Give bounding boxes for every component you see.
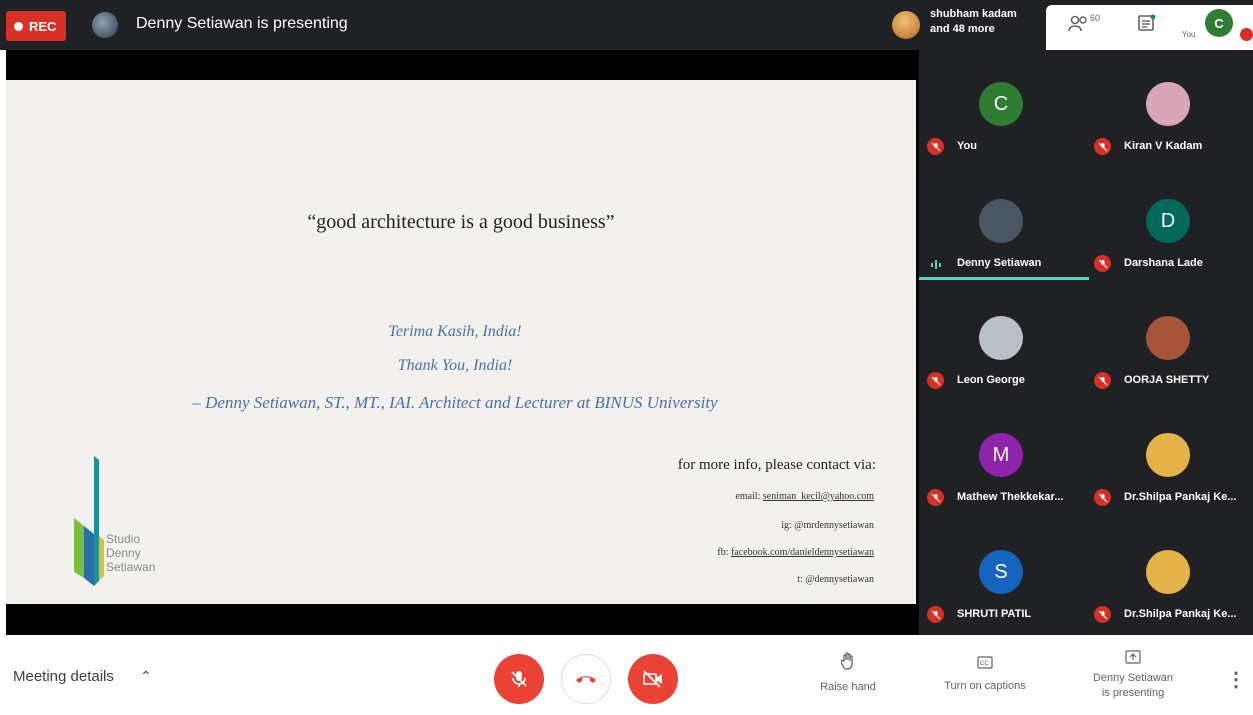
participants-summary-name: shubham kadam xyxy=(930,8,1017,20)
recording-badge: REC xyxy=(6,11,66,41)
facebook-link[interactable]: facebook.com/danieldennysetiawan xyxy=(731,547,874,558)
participant-tile[interactable]: S SHRUTI PATIL xyxy=(919,518,1086,635)
slide-signature: – Denny Setiawan, ST., MT., IAI. Archite… xyxy=(192,393,718,412)
meeting-details-button[interactable]: Meeting details xyxy=(13,668,114,685)
participant-avatar xyxy=(979,199,1023,243)
participant-name: Denny Setiawan xyxy=(957,257,1042,269)
participant-count: 60 xyxy=(1090,13,1101,23)
rec-label: REC xyxy=(29,18,57,34)
hand-icon xyxy=(810,652,886,675)
email-link[interactable]: seniman_kecil@yahoo.com xyxy=(763,491,874,502)
bottom-bar: Meeting details ⌃ Raise hand CC Turn on … xyxy=(0,635,1253,715)
slide-thanks-english: Thank You, India! xyxy=(397,357,513,374)
participant-name: SHRUTI PATIL xyxy=(957,608,1032,620)
microphone-toggle-button[interactable] xyxy=(494,654,544,704)
participant-tile[interactable]: Denny Setiawan xyxy=(919,167,1086,284)
leave-call-button[interactable] xyxy=(561,654,611,704)
logo-text: Studio Denny Setiawan xyxy=(106,532,156,574)
people-icon[interactable] xyxy=(1068,14,1090,39)
meet-window: REC Denny Setiawan is presenting shubham… xyxy=(0,0,1253,715)
presenting-button[interactable]: Denny Setiawan is presenting xyxy=(1078,650,1188,701)
present-screen-icon xyxy=(1078,650,1188,667)
record-dot-icon xyxy=(14,21,23,31)
presenting-title: Denny Setiawan is presenting xyxy=(136,15,348,32)
contact-twitter: t: @dennysetiawan xyxy=(797,574,874,585)
mic-off-icon xyxy=(927,489,944,506)
mic-off-icon xyxy=(1094,372,1111,389)
contact-title: for more info, please contact via: xyxy=(677,457,876,473)
participant-avatar: D xyxy=(1146,199,1190,243)
participant-name: Mathew Thekkekar... xyxy=(957,491,1064,503)
chevron-up-icon[interactable]: ⌃ xyxy=(140,668,152,685)
participant-tile[interactable]: OORJA SHETTY xyxy=(1086,284,1253,401)
participant-tile[interactable]: Dr.Shilpa Pankaj Ke... xyxy=(1086,401,1253,518)
svg-text:CC: CC xyxy=(980,661,989,667)
captions-button[interactable]: CC Turn on captions xyxy=(930,656,1040,692)
slide-quote: “good architecture is a good business” xyxy=(307,211,615,233)
raise-hand-button[interactable]: Raise hand xyxy=(810,652,886,693)
participant-avatar: S xyxy=(979,550,1023,594)
participant-tile[interactable]: M Mathew Thekkekar... xyxy=(919,401,1086,518)
top-bar: REC Denny Setiawan is presenting shubham… xyxy=(0,0,1253,50)
speaking-indicator-icon xyxy=(931,260,941,269)
presenter-avatar xyxy=(92,12,118,38)
presentation-slide: “good architecture is a good business” T… xyxy=(6,80,916,604)
mic-off-icon xyxy=(1094,255,1111,272)
camera-off-icon xyxy=(643,670,662,688)
notification-badge xyxy=(1240,28,1253,41)
mic-off-icon xyxy=(927,606,944,623)
participant-name: Kiran V Kadam xyxy=(1124,140,1203,152)
participant-name: Darshana Lade xyxy=(1124,257,1203,269)
participant-name: You xyxy=(957,140,977,152)
participant-tile[interactable]: Kiran V Kadam xyxy=(1086,50,1253,167)
participant-name: OORJA SHETTY xyxy=(1124,374,1210,386)
participant-tile[interactable]: Dr.Shilpa Pankaj Ke... xyxy=(1086,518,1253,635)
contact-facebook: fb: facebook.com/danieldennysetiawan xyxy=(717,547,874,558)
mic-off-icon xyxy=(927,372,944,389)
participant-avatar xyxy=(979,316,1023,360)
camera-toggle-button[interactable] xyxy=(628,654,678,704)
more-options-icon[interactable]: ⋮ xyxy=(1226,667,1246,692)
participant-avatar xyxy=(1146,82,1190,126)
mic-off-icon xyxy=(511,671,527,687)
participant-avatar: C xyxy=(979,82,1023,126)
participant-avatar: M xyxy=(979,433,1023,477)
chat-icon[interactable] xyxy=(1137,14,1157,39)
participant-avatar xyxy=(1146,316,1190,360)
contact-instagram: ig: @mrdennysetiawan xyxy=(781,520,874,531)
contact-email: email: seniman_kecil@yahoo.com xyxy=(735,491,874,502)
mic-off-icon xyxy=(1094,606,1111,623)
mic-off-icon xyxy=(927,138,944,155)
participant-name: Leon George xyxy=(957,374,1025,386)
participant-name: Dr.Shilpa Pankaj Ke... xyxy=(1124,491,1237,503)
participant-name: Dr.Shilpa Pankaj Ke... xyxy=(1124,608,1237,620)
self-label: You xyxy=(1182,30,1196,39)
mic-off-icon xyxy=(1094,489,1111,506)
participants-summary-more: and 48 more xyxy=(930,23,995,35)
slide-thanks-indonesian: Terima Kasih, India! xyxy=(388,323,522,340)
self-avatar[interactable]: C xyxy=(1205,9,1233,37)
participant-avatar xyxy=(1146,433,1190,477)
participant-avatar xyxy=(1146,550,1190,594)
participant-tile[interactable]: D Darshana Lade xyxy=(1086,167,1253,284)
captions-icon: CC xyxy=(930,656,1040,674)
participant-tile[interactable]: Leon George xyxy=(919,284,1086,401)
participant-grid: C You Kiran V Kadam Denny Setiawan D Darshana… xyxy=(919,50,1253,635)
mic-off-icon xyxy=(1094,138,1111,155)
participant-avatar xyxy=(892,11,920,39)
participant-tile[interactable]: C You xyxy=(919,50,1086,167)
hang-up-icon xyxy=(576,676,596,683)
